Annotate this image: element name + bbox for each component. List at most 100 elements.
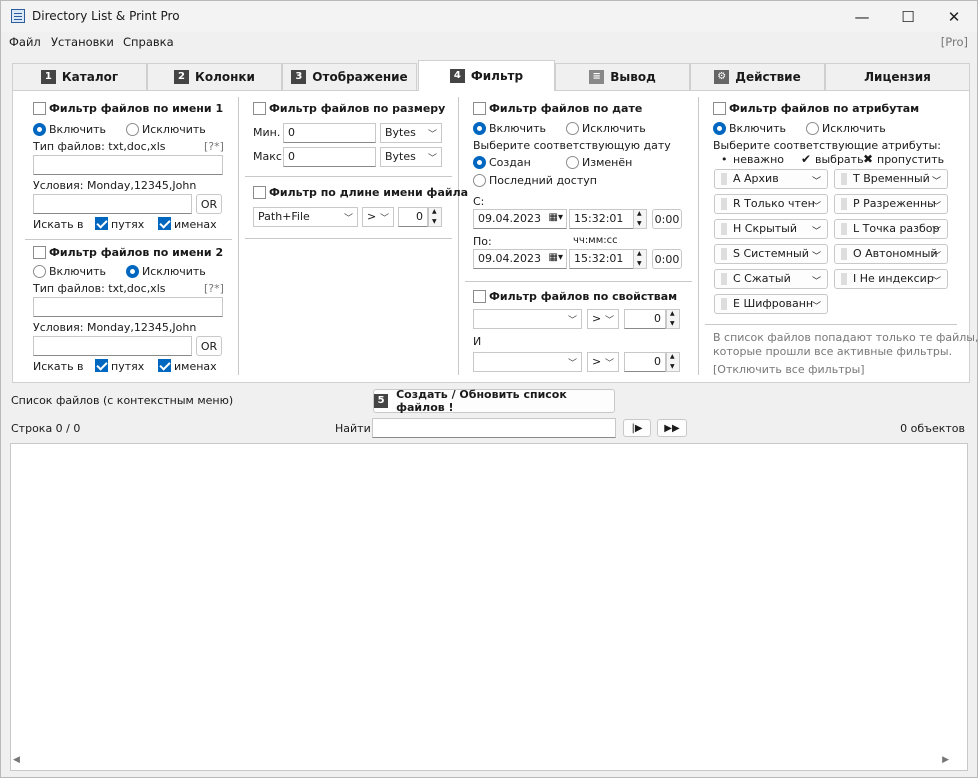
name-filter-1-include-radio[interactable] [33, 123, 46, 136]
filter-note-line1: В список файлов попадают только те файлы… [713, 331, 978, 344]
props-filter-checkbox[interactable] [473, 290, 486, 303]
menu-file[interactable]: Файл [9, 35, 41, 49]
state-icon [841, 273, 847, 285]
search-names-checkbox[interactable] [158, 359, 171, 372]
tab-filter[interactable]: 4 Фильтр [418, 60, 555, 91]
state-icon [841, 198, 847, 210]
property-1-operator[interactable]: > ﹀ [587, 309, 619, 329]
wildcard-help-link[interactable]: [?*] [204, 140, 224, 153]
chevron-down-icon: ﹀ [811, 252, 821, 262]
property-1-select[interactable]: ﹀ [473, 309, 582, 329]
name-length-spinner[interactable] [428, 207, 442, 227]
menu-help[interactable]: Справка [123, 35, 174, 49]
property-1-spinner[interactable] [666, 309, 680, 329]
find-all-button[interactable]: ▶▶ [657, 419, 687, 437]
or-button[interactable]: OR [196, 194, 222, 214]
date-include-radio[interactable] [473, 122, 486, 135]
scroll-right-icon[interactable]: ▶ [942, 755, 949, 765]
name-filter-1-types-input[interactable] [33, 155, 223, 175]
to-offset-button[interactable]: 0:00 [652, 249, 682, 269]
state-icon [721, 248, 727, 260]
min-unit-select[interactable]: Bytes ﹀ [380, 123, 442, 143]
min-size-input[interactable]: 0 [283, 123, 376, 143]
tab-action[interactable]: ⚙ Действие [690, 63, 825, 90]
name-filter-2-conditions-input[interactable] [33, 336, 192, 356]
menu-settings[interactable]: Установки [51, 35, 114, 49]
disable-all-filters-link[interactable]: [Отключить все фильтры] [713, 363, 865, 376]
name-filter-1-conditions-input[interactable] [33, 194, 192, 214]
file-list[interactable] [10, 443, 968, 771]
size-filter-checkbox[interactable] [253, 102, 266, 115]
chevron-down-icon: ﹀ [931, 277, 941, 287]
date-modified-radio[interactable] [566, 156, 579, 169]
property-2-operator[interactable]: > ﹀ [587, 352, 619, 372]
modified-label: Изменён [582, 156, 633, 169]
property-2-select[interactable]: ﹀ [473, 352, 582, 372]
attr-encrypted-toggle[interactable]: E Шифрованн ﹀ [714, 294, 828, 314]
calendar-icon: ▦▾ [548, 212, 563, 223]
attr-notindexed-toggle[interactable]: I Не индексир ﹀ [834, 269, 948, 289]
property-2-value[interactable]: 0 [624, 352, 666, 372]
scroll-left-icon[interactable]: ◀ [13, 755, 20, 765]
tab-display[interactable]: 3 Отображение [282, 63, 417, 90]
to-time-spinner[interactable] [633, 249, 647, 269]
find-next-button[interactable]: |▶ [623, 419, 651, 437]
search-paths-checkbox[interactable] [95, 359, 108, 372]
attr-filter-checkbox[interactable] [713, 102, 726, 115]
wildcard-help-link[interactable]: [?*] [204, 282, 224, 295]
attr-hidden-toggle[interactable]: H Скрытый ﹀ [714, 219, 828, 239]
from-time-spinner[interactable] [633, 209, 647, 229]
tab-catalog[interactable]: 1 Каталог [12, 63, 147, 90]
search-paths-checkbox[interactable] [95, 217, 108, 230]
date-filter-checkbox[interactable] [473, 102, 486, 115]
attr-sparse-toggle[interactable]: P Разреженны ﹀ [834, 194, 948, 214]
name-filter-2-checkbox[interactable] [33, 246, 46, 259]
maximize-button[interactable]: ☐ [885, 1, 931, 32]
attr-label: H Скрытый [733, 222, 798, 235]
create-list-button[interactable]: 5 Создать / Обновить список файлов ! [373, 388, 615, 414]
attr-readonly-toggle[interactable]: R Только чтен ﹀ [714, 194, 828, 214]
tab-output[interactable]: ≡ Вывод [555, 63, 690, 90]
date-exclude-radio[interactable] [566, 122, 579, 135]
name-length-checkbox[interactable] [253, 186, 266, 199]
attr-offline-toggle[interactable]: O Автономный ﹀ [834, 244, 948, 264]
file-types-label: Тип файлов: txt,doc,xls [33, 282, 166, 295]
attr-reparse-toggle[interactable]: L Точка разбор ﹀ [834, 219, 948, 239]
attr-temporary-toggle[interactable]: T Временный ﹀ [834, 169, 948, 189]
attr-compressed-toggle[interactable]: C Сжатый ﹀ [714, 269, 828, 289]
or-button[interactable]: OR [196, 336, 222, 356]
file-list-label: Список файлов (с контекстным меню) [11, 394, 234, 407]
minimize-button[interactable]: — [839, 1, 885, 32]
find-input[interactable] [372, 418, 616, 438]
date-accessed-radio[interactable] [473, 174, 486, 187]
horizontal-scrollbar[interactable]: ◀ ▶ [11, 753, 951, 769]
property-1-value[interactable]: 0 [624, 309, 666, 329]
name-filter-2-types-input[interactable] [33, 297, 223, 317]
max-size-input[interactable]: 0 [283, 147, 376, 167]
name-length-value-input[interactable]: 0 [398, 207, 428, 227]
close-button[interactable]: ✕ [931, 1, 977, 32]
name-length-operator-select[interactable]: > ﹀ [362, 207, 394, 227]
name-filter-2-exclude-radio[interactable] [126, 265, 139, 278]
attr-include-radio[interactable] [713, 122, 726, 135]
from-offset-button[interactable]: 0:00 [652, 209, 682, 229]
document-icon: ≡ [589, 70, 605, 84]
from-date-picker[interactable]: 09.04.2023 ▦▾ [473, 209, 567, 229]
name-filter-2-include-radio[interactable] [33, 265, 46, 278]
name-length-mode-select[interactable]: Path+File ﹀ [253, 207, 358, 227]
size-filter-title: Фильтр файлов по размеру [269, 102, 446, 115]
tab-license[interactable]: Лицензия [825, 63, 970, 90]
max-unit-select[interactable]: Bytes ﹀ [380, 147, 442, 167]
attr-exclude-radio[interactable] [806, 122, 819, 135]
to-date-picker[interactable]: 09.04.2023 ▦▾ [473, 249, 567, 269]
property-2-spinner[interactable] [666, 352, 680, 372]
chevron-down-icon: ﹀ [427, 154, 437, 164]
date-created-radio[interactable] [473, 156, 486, 169]
attr-archive-toggle[interactable]: A Архив ﹀ [714, 169, 828, 189]
section-divider [465, 281, 692, 282]
name-filter-1-checkbox[interactable] [33, 102, 46, 115]
attr-system-toggle[interactable]: S Системный ﹀ [714, 244, 828, 264]
name-filter-1-exclude-radio[interactable] [126, 123, 139, 136]
tab-columns[interactable]: 2 Колонки [147, 63, 282, 90]
search-names-checkbox[interactable] [158, 217, 171, 230]
